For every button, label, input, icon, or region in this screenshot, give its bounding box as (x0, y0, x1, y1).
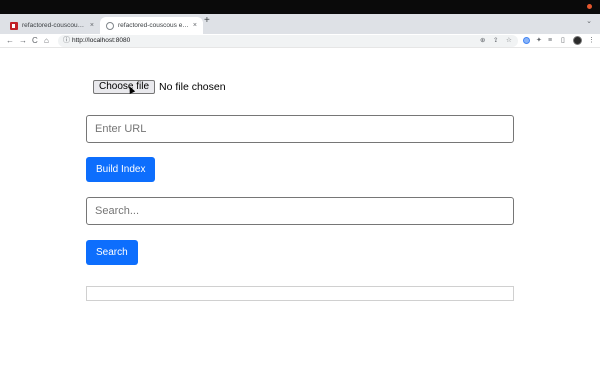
page-content: Choose file No file chosen Build Index S… (0, 49, 600, 390)
search-button[interactable]: Search (86, 240, 138, 265)
search-input[interactable] (86, 197, 514, 225)
file-input[interactable]: Choose file No file chosen (93, 79, 226, 94)
home-icon[interactable]: ⌂ (44, 35, 49, 47)
tab-npm[interactable]: refactored-couscous - npm × (4, 17, 100, 34)
build-index-button[interactable]: Build Index (86, 157, 156, 182)
url-input[interactable] (86, 115, 514, 143)
os-menu-bar (0, 0, 600, 14)
choose-file-button[interactable]: Choose file (93, 79, 156, 94)
extension-icon[interactable] (523, 37, 530, 44)
tab-example[interactable]: refactored-couscous example × (100, 17, 203, 34)
notification-dot-icon (587, 4, 592, 9)
bookmark-star-icon[interactable]: ☆ (506, 35, 512, 47)
extensions-puzzle-icon[interactable]: ✦ (536, 36, 542, 46)
file-status-label: No file chosen (159, 80, 226, 93)
new-tab-button[interactable]: + (204, 15, 210, 26)
profile-avatar[interactable] (573, 36, 582, 45)
tab-search-menu-icon[interactable]: ⌄ (586, 17, 592, 25)
media-controls-icon[interactable]: ≡ (548, 36, 552, 46)
reload-icon[interactable]: C (32, 35, 38, 47)
tab-close-icon[interactable]: × (193, 22, 197, 29)
zoom-icon[interactable]: ⊕ (480, 35, 485, 47)
chrome-menu-icon[interactable]: ⋮ (588, 36, 595, 46)
globe-favicon-icon (106, 21, 114, 30)
npm-favicon-icon (10, 21, 18, 30)
address-url[interactable]: http://localhost:8080 (72, 35, 130, 47)
address-bar[interactable]: ⓘ http://localhost:8080 ⊕ ⇪ ☆ (58, 35, 518, 47)
tab-title: refactored-couscous example (118, 22, 190, 29)
tab-title: refactored-couscous - npm (22, 22, 87, 29)
tab-strip: refactored-couscous - npm × refactored-c… (0, 14, 600, 34)
back-icon[interactable]: ← (6, 35, 14, 47)
site-info-icon[interactable]: ⓘ (63, 35, 70, 47)
share-icon[interactable]: ⇪ (493, 35, 498, 47)
side-panel-icon[interactable]: ▯ (561, 36, 565, 46)
tab-close-icon[interactable]: × (90, 22, 94, 29)
results-output (86, 286, 514, 301)
browser-toolbar: ← → C ⌂ ⓘ http://localhost:8080 ⊕ ⇪ ☆ ✦ … (0, 34, 600, 48)
forward-icon[interactable]: → (19, 35, 27, 47)
